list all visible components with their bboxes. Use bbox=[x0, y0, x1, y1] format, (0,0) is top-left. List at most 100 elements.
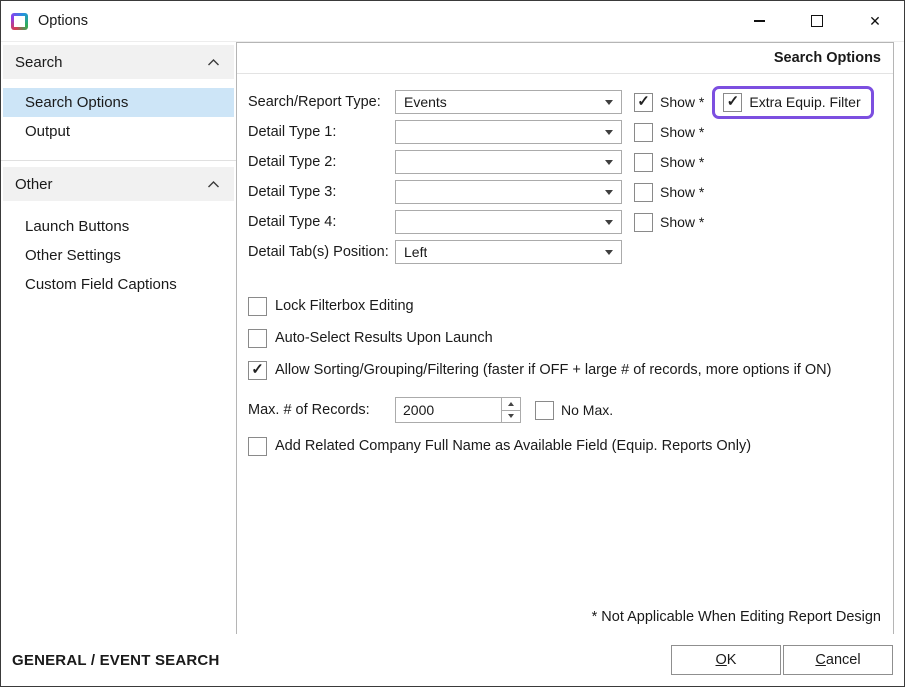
panel-title: Search Options bbox=[774, 50, 881, 66]
field-label: Detail Tab(s) Position: bbox=[248, 244, 395, 260]
button-label: ancel bbox=[826, 652, 861, 668]
detail-type-2-select[interactable] bbox=[395, 150, 622, 174]
spin-up-button[interactable] bbox=[502, 398, 520, 411]
section-label: Search bbox=[15, 54, 63, 71]
detail-type-4-select[interactable] bbox=[395, 210, 622, 234]
window-title: Options bbox=[38, 13, 88, 29]
dropdown-arrow-icon bbox=[605, 130, 613, 135]
button-label: K bbox=[727, 652, 737, 668]
ok-button[interactable]: OK bbox=[671, 645, 781, 675]
detail-type-3-select[interactable] bbox=[395, 180, 622, 204]
dropdown-arrow-icon bbox=[605, 190, 613, 195]
search-report-type-select[interactable]: Events bbox=[395, 90, 622, 114]
sidebar-item-label: Custom Field Captions bbox=[25, 276, 177, 293]
sidebar-item-label: Launch Buttons bbox=[25, 218, 129, 235]
dropdown-arrow-icon bbox=[605, 220, 613, 225]
checkmark-icon: ✓ bbox=[251, 362, 264, 377]
section-label: Other bbox=[15, 176, 53, 193]
lock-filterbox-checkbox[interactable] bbox=[248, 297, 267, 316]
minimize-button[interactable] bbox=[730, 1, 788, 41]
option-label: Lock Filterbox Editing bbox=[275, 298, 414, 314]
sidebar-item-custom-field-captions[interactable]: Custom Field Captions bbox=[3, 270, 234, 299]
dropdown-arrow-icon bbox=[605, 250, 613, 255]
show-checkbox[interactable] bbox=[634, 213, 653, 232]
sidebar-search-items: Search Options Output bbox=[1, 79, 236, 160]
arrow-down-icon bbox=[508, 414, 514, 418]
option-label: Allow Sorting/Grouping/Filtering (faster… bbox=[275, 362, 831, 378]
option-checkboxes: Lock Filterbox Editing Auto-Select Resul… bbox=[248, 290, 893, 386]
extra-equip-filter-checkbox[interactable]: ✓ bbox=[723, 93, 742, 112]
sidebar-section-other[interactable]: Other bbox=[3, 167, 234, 201]
close-icon: ✕ bbox=[869, 13, 881, 30]
no-max-label: No Max. bbox=[561, 402, 613, 418]
auto-select-results-row: Auto-Select Results Upon Launch bbox=[248, 322, 893, 354]
maximize-icon bbox=[811, 15, 823, 27]
show-checkbox[interactable] bbox=[634, 123, 653, 142]
options-dialog: Options ✕ Search Search Options Output bbox=[0, 0, 905, 687]
button-label: C bbox=[815, 652, 825, 668]
spin-down-button[interactable] bbox=[502, 411, 520, 423]
sidebar-divider bbox=[1, 160, 236, 161]
show-label: Show * bbox=[660, 184, 704, 200]
show-checkbox[interactable]: ✓ bbox=[634, 93, 653, 112]
dropdown-arrow-icon bbox=[605, 160, 613, 165]
field-label: Search/Report Type: bbox=[248, 94, 395, 110]
lock-filterbox-row: Lock Filterbox Editing bbox=[248, 290, 893, 322]
add-related-company-checkbox[interactable] bbox=[248, 437, 267, 456]
titlebar: Options ✕ bbox=[1, 1, 904, 42]
no-max-checkbox[interactable] bbox=[535, 401, 554, 420]
show-checkbox[interactable] bbox=[634, 183, 653, 202]
window-controls: ✕ bbox=[730, 1, 904, 41]
footnote: * Not Applicable When Editing Report Des… bbox=[592, 609, 881, 625]
select-value: Events bbox=[404, 94, 447, 110]
show-label: Show * bbox=[660, 124, 704, 140]
app-icon bbox=[11, 13, 28, 30]
checkmark-icon: ✓ bbox=[637, 94, 650, 109]
auto-select-results-checkbox[interactable] bbox=[248, 329, 267, 348]
sidebar-item-label: Other Settings bbox=[25, 247, 121, 264]
search-options-panel: Search Options Search/Report Type: Event… bbox=[236, 42, 894, 636]
button-label: O bbox=[716, 652, 727, 668]
extra-equip-filter-label: Extra Equip. Filter bbox=[749, 94, 860, 110]
sidebar-item-other-settings[interactable]: Other Settings bbox=[3, 241, 234, 270]
spinner-buttons bbox=[501, 398, 520, 422]
show-checkbox[interactable] bbox=[634, 153, 653, 172]
panel-header: Search Options bbox=[237, 43, 893, 74]
sidebar-item-label: Search Options bbox=[25, 94, 128, 111]
extra-equip-filter-highlight: ✓ Extra Equip. Filter bbox=[712, 86, 873, 119]
detail-type-1-row: Detail Type 1: Show * bbox=[248, 117, 893, 147]
maximize-button[interactable] bbox=[788, 1, 846, 41]
show-label: Show * bbox=[660, 154, 704, 170]
allow-sorting-row: ✓ Allow Sorting/Grouping/Filtering (fast… bbox=[248, 354, 893, 386]
sidebar-item-launch-buttons[interactable]: Launch Buttons bbox=[3, 212, 234, 241]
cancel-button[interactable]: Cancel bbox=[783, 645, 893, 675]
field-label: Detail Type 1: bbox=[248, 124, 395, 140]
detail-type-4-row: Detail Type 4: Show * bbox=[248, 207, 893, 237]
select-value: Left bbox=[404, 244, 427, 260]
chevron-up-icon bbox=[207, 58, 220, 67]
max-records-input[interactable]: 2000 bbox=[395, 397, 521, 423]
minimize-icon bbox=[754, 20, 765, 22]
sidebar-item-search-options[interactable]: Search Options bbox=[3, 88, 234, 117]
close-button[interactable]: ✕ bbox=[846, 1, 904, 41]
detail-type-1-select[interactable] bbox=[395, 120, 622, 144]
detail-type-2-row: Detail Type 2: Show * bbox=[248, 147, 893, 177]
footer: GENERAL / EVENT SEARCH OK Cancel bbox=[1, 634, 904, 686]
sidebar-item-output[interactable]: Output bbox=[3, 117, 234, 146]
add-related-company-row: Add Related Company Full Name as Availab… bbox=[248, 430, 893, 462]
field-label: Detail Type 3: bbox=[248, 184, 395, 200]
sidebar-item-label: Output bbox=[25, 123, 70, 140]
field-label: Detail Type 2: bbox=[248, 154, 395, 170]
chevron-up-icon bbox=[207, 180, 220, 189]
allow-sorting-checkbox[interactable]: ✓ bbox=[248, 361, 267, 380]
detail-tabs-position-row: Detail Tab(s) Position: Left bbox=[248, 237, 893, 267]
search-report-type-row: Search/Report Type: Events ✓ Show * ✓ Ex… bbox=[248, 87, 893, 117]
detail-tabs-position-select[interactable]: Left bbox=[395, 240, 622, 264]
arrow-up-icon bbox=[508, 402, 514, 406]
show-label: Show * bbox=[660, 94, 704, 110]
option-label: Auto-Select Results Upon Launch bbox=[275, 330, 493, 346]
sidebar-other-items: Launch Buttons Other Settings Custom Fie… bbox=[1, 201, 236, 313]
sidebar-section-search[interactable]: Search bbox=[3, 45, 234, 79]
field-label: Detail Type 4: bbox=[248, 214, 395, 230]
sidebar: Search Search Options Output Other Launc… bbox=[1, 42, 236, 634]
